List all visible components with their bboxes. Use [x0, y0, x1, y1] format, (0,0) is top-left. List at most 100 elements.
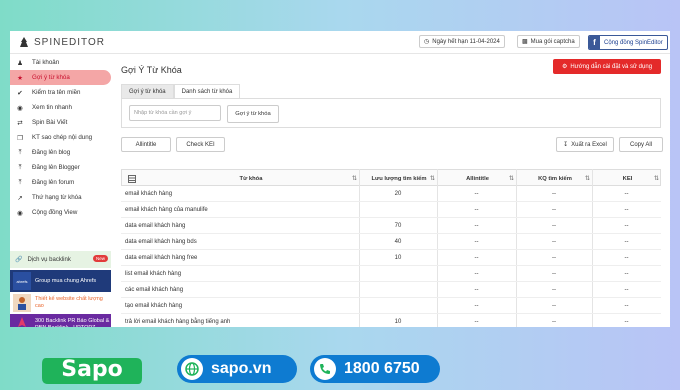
cell-kei: -- — [624, 206, 629, 213]
expiry-label: Ngày hết hạn 11-04-2024 — [432, 38, 500, 45]
cell-volume: 40 — [394, 238, 402, 245]
cell-keyword: các email khách hàng — [125, 286, 184, 293]
sort-icon: ⇅ — [429, 176, 435, 182]
tab-keyword-list[interactable]: Danh sách từ khóa — [173, 84, 241, 99]
backlink-service-promo[interactable]: 🔗 Dịch vụ backlink New — [10, 251, 111, 268]
th-kei[interactable]: KEI ⇅ — [593, 170, 662, 187]
th-label: KQ tìm kiếm — [538, 175, 572, 182]
sidebar-item-quick-news[interactable]: ◉ Xem tin nhanh — [10, 100, 111, 115]
table-row[interactable]: các email khách hàng -- -- -- — [121, 282, 661, 298]
community-label: Cộng đồng SpinEditor — [604, 39, 663, 46]
facebook-icon: f — [589, 36, 600, 49]
allintitle-button[interactable]: Allintitle — [121, 137, 171, 152]
cell-allintitle: -- — [474, 302, 479, 309]
eye-icon: ◉ — [17, 209, 23, 217]
cell-volume — [359, 202, 437, 217]
sidebar-item-domain-check[interactable]: ✔ Kiểm tra tên miền — [10, 85, 111, 100]
sidebar-item-label: Đăng lên blog — [32, 149, 71, 156]
table-row[interactable]: data email khách hàng free 10 -- -- -- — [121, 250, 661, 266]
cell-kei: -- — [624, 318, 629, 325]
expiry-button[interactable]: ◷ Ngày hết hạn 11-04-2024 — [419, 35, 505, 48]
cell-kei: -- — [624, 222, 629, 229]
phone-icon — [314, 358, 336, 380]
th-kq[interactable]: KQ tìm kiếm ⇅ — [517, 170, 593, 187]
suggest-button[interactable]: Gợi ý từ khóa — [227, 105, 279, 123]
cell-keyword: trả lời email khách hàng bằng tiếng anh — [125, 318, 231, 325]
th-label: Từ khóa — [239, 175, 263, 182]
cell-kei: -- — [624, 254, 629, 261]
ad-ahrefs[interactable]: ahrefs Group mua chung Ahrefs — [10, 270, 111, 292]
table-row[interactable]: email khách hàng 20 -- -- -- — [121, 186, 661, 202]
page-title: Gợi Ý Từ Khóa — [121, 65, 182, 75]
table-header: Từ khóa ⇅ Lưu lượng tìm kiếm ⇅ Allintitle ⇅… — [121, 169, 661, 186]
captcha-button[interactable]: ▩ Mua gói captcha — [517, 35, 580, 48]
sort-icon: ⇅ — [508, 176, 514, 182]
top-bar: SPINEDITOR ◷ Ngày hết hạn 11-04-2024 ▩ M… — [10, 31, 670, 54]
cell-allintitle: -- — [474, 318, 479, 325]
cell-kq: -- — [552, 222, 556, 229]
cell-keyword: data email khách hàng — [125, 222, 186, 229]
clock-icon: ◷ — [424, 39, 430, 45]
phone-pill[interactable]: 1800 6750 — [310, 355, 440, 383]
sidebar-item-label: Cộng đồng View — [32, 209, 78, 216]
table-row[interactable]: data email khách hàng bds 40 -- -- -- — [121, 234, 661, 250]
check-kei-button[interactable]: Check KEI — [176, 137, 225, 152]
cell-kq: -- — [552, 190, 556, 197]
sidebar-item-copy-check[interactable]: ❐ KT sao chép nội dung — [10, 130, 111, 145]
logo[interactable]: SPINEDITOR — [18, 36, 105, 48]
table-icon — [128, 174, 136, 183]
cell-keyword: list email khách hàng — [125, 270, 182, 277]
cell-allintitle: -- — [474, 206, 479, 213]
guide-button-label: Hướng dẫn cài đặt và sử dụng — [570, 63, 653, 70]
phone-label: 1800 6750 — [344, 360, 420, 377]
sidebar-item-account[interactable]: ♟ Tài khoản — [10, 55, 111, 70]
community-button[interactable]: f Cộng đồng SpinEditor — [588, 35, 668, 50]
sidebar-item-label: Spin Bài Viết — [32, 119, 68, 126]
table-row[interactable]: email khách hàng của manulife -- -- -- — [121, 202, 661, 218]
sidebar-item-spin-article[interactable]: ⇄ Spin Bài Viết — [10, 115, 111, 130]
th-label: Allintitle — [466, 175, 489, 182]
sidebar-item-post-blog[interactable]: ⤒ Đăng lên blog — [10, 145, 111, 160]
sidebar-item-keyword-suggest[interactable]: ★ Gợi ý từ khóa — [10, 70, 111, 85]
sidebar-item-keyword-rank[interactable]: ↗ Thứ hạng từ khóa — [10, 190, 111, 205]
th-allintitle[interactable]: Allintitle ⇅ — [438, 170, 517, 187]
cell-kei: -- — [624, 302, 629, 309]
table-row[interactable]: trả lời email khách hàng bằng tiếng anh … — [121, 314, 661, 327]
table-row[interactable]: tạo email khách hàng -- -- -- — [121, 298, 661, 314]
cell-volume — [359, 282, 437, 297]
cell-volume: 10 — [394, 254, 402, 261]
cell-kei: -- — [624, 190, 629, 197]
th-volume[interactable]: Lưu lượng tìm kiếm ⇅ — [360, 170, 438, 187]
keyword-input[interactable]: Nhập từ khóa cần gợi ý — [129, 105, 221, 121]
th-keyword[interactable]: Từ khóa ⇅ — [142, 170, 360, 187]
ad-backlink[interactable]: 300 Backlink PR Báo Global & PBN Backlin… — [10, 314, 111, 327]
table-row[interactable]: list email khách hàng -- -- -- — [121, 266, 661, 282]
upload-icon: ⤒ — [18, 148, 22, 156]
select-all-checkbox[interactable] — [122, 170, 142, 187]
sidebar-item-label: Xem tin nhanh — [32, 104, 72, 111]
cell-volume: 70 — [394, 222, 402, 229]
sidebar-item-label: Đăng lên Blogger — [32, 164, 80, 171]
tab-keyword-suggest[interactable]: Gợi ý từ khóa — [121, 84, 174, 99]
sidebar-item-community-view[interactable]: ◉ Cộng đồng View — [10, 205, 111, 220]
export-label: Xuất ra Excel — [571, 141, 607, 148]
upload-icon: ⤒ — [18, 163, 22, 171]
guide-button[interactable]: ⚙ Hướng dẫn cài đặt và sử dụng — [553, 59, 661, 74]
copy-all-button[interactable]: Copy All — [619, 137, 663, 152]
th-label: Lưu lượng tìm kiếm — [371, 175, 427, 182]
cell-kei: -- — [624, 238, 629, 245]
cell-kq: -- — [552, 270, 556, 277]
sapo-brand: Sapo — [61, 356, 123, 382]
ad-website-design[interactable]: Thiết kế website chất lượng cao — [10, 292, 111, 314]
website-pill[interactable]: sapo.vn — [177, 355, 297, 383]
sidebar-item-label: KT sao chép nội dung — [32, 134, 93, 141]
rocket-icon — [18, 317, 26, 327]
sidebar-item-label: Gợi ý từ khóa — [32, 74, 70, 81]
rocket-thumbnail — [13, 316, 31, 327]
export-excel-button[interactable]: ↧ Xuất ra Excel — [556, 137, 614, 152]
sidebar-item-post-blogger[interactable]: ⤒ Đăng lên Blogger — [10, 160, 111, 175]
ahrefs-thumb-text: ahrefs — [16, 278, 28, 284]
table-row[interactable]: data email khách hàng 70 -- -- -- — [121, 218, 661, 234]
sidebar-item-post-forum[interactable]: ⤒ Đăng lên forum — [10, 175, 111, 190]
cell-allintitle: -- — [474, 270, 479, 277]
